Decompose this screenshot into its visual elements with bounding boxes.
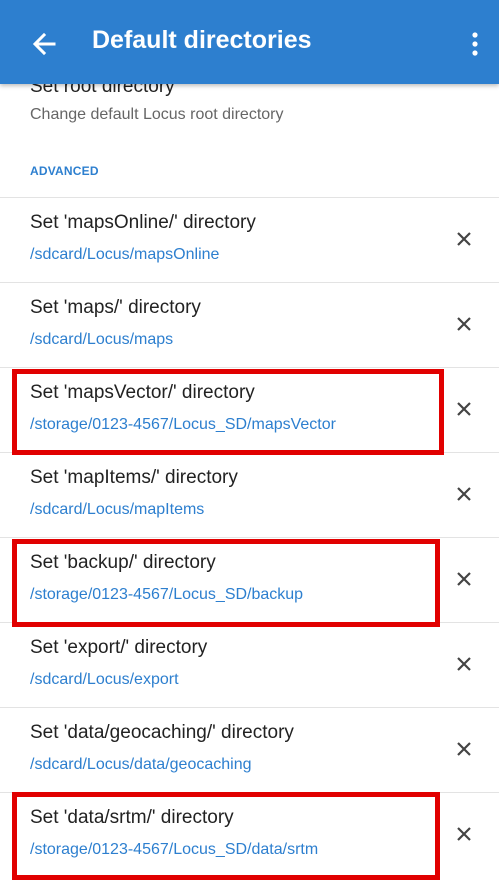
directory-item-path: /storage/0123-4567/Locus_SD/mapsVector xyxy=(30,416,336,433)
directory-item-srtm[interactable]: Set 'data/srtm/' directory /storage/0123… xyxy=(0,792,499,876)
clear-directory-button[interactable] xyxy=(453,398,475,420)
directory-item-map-items[interactable]: Set 'mapItems/' directory /sdcard/Locus/… xyxy=(0,452,499,536)
close-icon xyxy=(457,657,471,671)
close-icon xyxy=(457,402,471,416)
directory-item-title: Set 'backup/' directory xyxy=(30,552,216,573)
directory-item-path: /sdcard/Locus/data/geocaching xyxy=(30,756,252,773)
directory-item-maps-vector[interactable]: Set 'mapsVector/' directory /storage/012… xyxy=(0,367,499,451)
directory-item-maps-online[interactable]: Set 'mapsOnline/' directory /sdcard/Locu… xyxy=(0,197,499,281)
directory-item-geocaching[interactable]: Set 'data/geocaching/' directory /sdcard… xyxy=(0,707,499,791)
directory-item-path: /storage/0123-4567/Locus_SD/backup xyxy=(30,586,304,603)
close-icon xyxy=(457,487,471,501)
directory-item-path: /sdcard/Locus/maps xyxy=(30,331,174,348)
clear-directory-button[interactable] xyxy=(453,653,475,675)
back-button[interactable] xyxy=(22,22,66,66)
clear-directory-button[interactable] xyxy=(453,228,475,250)
more-vertical-icon xyxy=(472,32,478,56)
close-icon xyxy=(457,572,471,586)
directory-item-title: Set 'mapsOnline/' directory xyxy=(30,212,256,233)
app-bar: Default directories xyxy=(0,0,499,84)
close-icon xyxy=(457,317,471,331)
clear-directory-button[interactable] xyxy=(453,823,475,845)
close-icon xyxy=(457,827,471,841)
directory-item-path: /storage/0123-4567/Locus_SD/data/srtm xyxy=(30,841,319,858)
clear-directory-button[interactable] xyxy=(453,738,475,760)
directory-item-title: Set 'data/srtm/' directory xyxy=(30,807,234,828)
directory-item-export[interactable]: Set 'export/' directory /sdcard/Locus/ex… xyxy=(0,622,499,706)
close-icon xyxy=(457,232,471,246)
section-header-advanced: ADVANCED xyxy=(30,164,99,178)
directory-item-maps[interactable]: Set 'maps/' directory /sdcard/Locus/maps xyxy=(0,282,499,366)
directory-item-title: Set 'mapItems/' directory xyxy=(30,467,238,488)
more-options-button[interactable] xyxy=(463,28,487,60)
directory-item-title: Set 'data/geocaching/' directory xyxy=(30,722,294,743)
directory-item-backup[interactable]: Set 'backup/' directory /storage/0123-45… xyxy=(0,537,499,621)
clear-directory-button[interactable] xyxy=(453,568,475,590)
directory-item-path: /sdcard/Locus/mapItems xyxy=(30,501,205,518)
directory-item-title: Set 'mapsVector/' directory xyxy=(30,382,255,403)
directory-item-path: /sdcard/Locus/export xyxy=(30,671,179,688)
default-directories-screen: Default directories Set root directory C… xyxy=(0,0,499,885)
arrow-left-icon xyxy=(32,32,56,56)
close-icon xyxy=(457,742,471,756)
clear-directory-button[interactable] xyxy=(453,313,475,335)
root-directory-subtitle: Change default Locus root directory xyxy=(30,106,284,123)
clear-directory-button[interactable] xyxy=(453,483,475,505)
page-title: Default directories xyxy=(92,26,312,54)
directory-item-path: /sdcard/Locus/mapsOnline xyxy=(30,246,220,263)
directory-item-title: Set 'maps/' directory xyxy=(30,297,201,318)
directory-item-title: Set 'export/' directory xyxy=(30,637,208,658)
